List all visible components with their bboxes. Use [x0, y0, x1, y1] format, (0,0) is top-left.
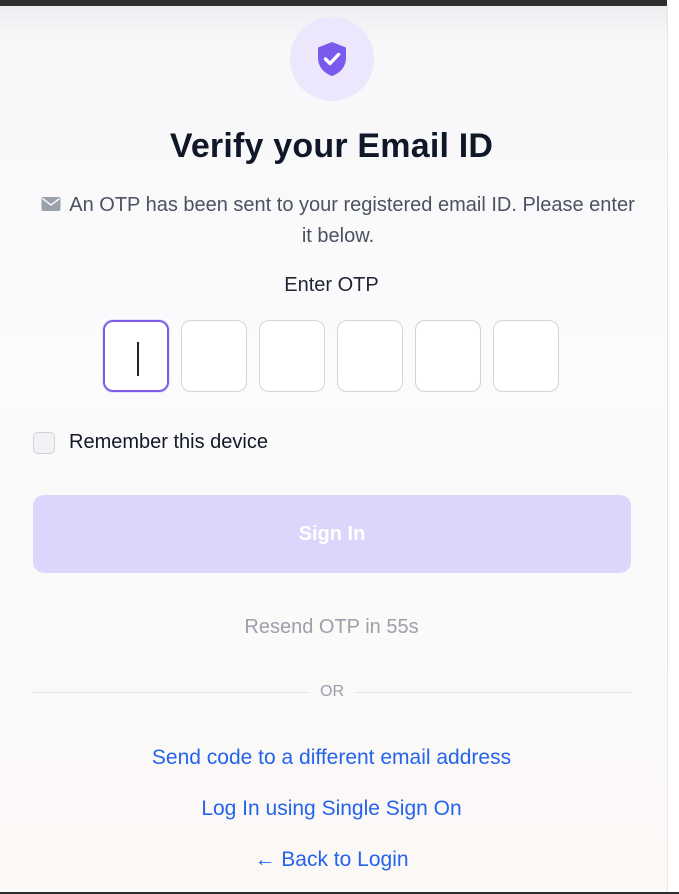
- otp-sent-text: An OTP has been sent to your registered …: [69, 194, 635, 247]
- header-icon-badge: [290, 17, 374, 101]
- page-right-margin: [667, 0, 679, 894]
- remember-device-checkbox[interactable]: [33, 431, 55, 454]
- remember-device-label[interactable]: Remember this device: [69, 431, 268, 454]
- otp-digit-5[interactable]: [415, 320, 481, 392]
- remember-device-option[interactable]: Remember this device: [33, 431, 268, 454]
- back-to-login-link[interactable]: ← Back to Login: [0, 848, 663, 872]
- mail-icon: [41, 197, 61, 211]
- otp-digit-6[interactable]: [493, 320, 559, 392]
- otp-digit-1[interactable]: [103, 320, 169, 392]
- divider-line-left: [33, 692, 308, 693]
- otp-input-group: [103, 320, 559, 392]
- otp-digit-3[interactable]: [259, 320, 325, 392]
- different-email-link[interactable]: Send code to a different email address: [0, 746, 663, 770]
- resend-otp-countdown: Resend OTP in 55s: [244, 616, 419, 638]
- otp-digit-4[interactable]: [337, 320, 403, 392]
- otp-digit-2[interactable]: [181, 320, 247, 392]
- shield-check-icon: [318, 42, 346, 76]
- otp-label: Enter OTP: [284, 274, 379, 296]
- text-caret: [137, 342, 139, 376]
- page-right-border: [667, 6, 668, 894]
- sign-in-button[interactable]: Sign In: [33, 495, 631, 573]
- divider-or-label: OR: [320, 683, 344, 700]
- page-title: Verify your Email ID: [169, 127, 494, 165]
- sso-login-link[interactable]: Log In using Single Sign On: [0, 797, 663, 821]
- otp-sent-message: An OTP has been sent to your registered …: [40, 190, 636, 252]
- divider-line-right: [356, 692, 631, 693]
